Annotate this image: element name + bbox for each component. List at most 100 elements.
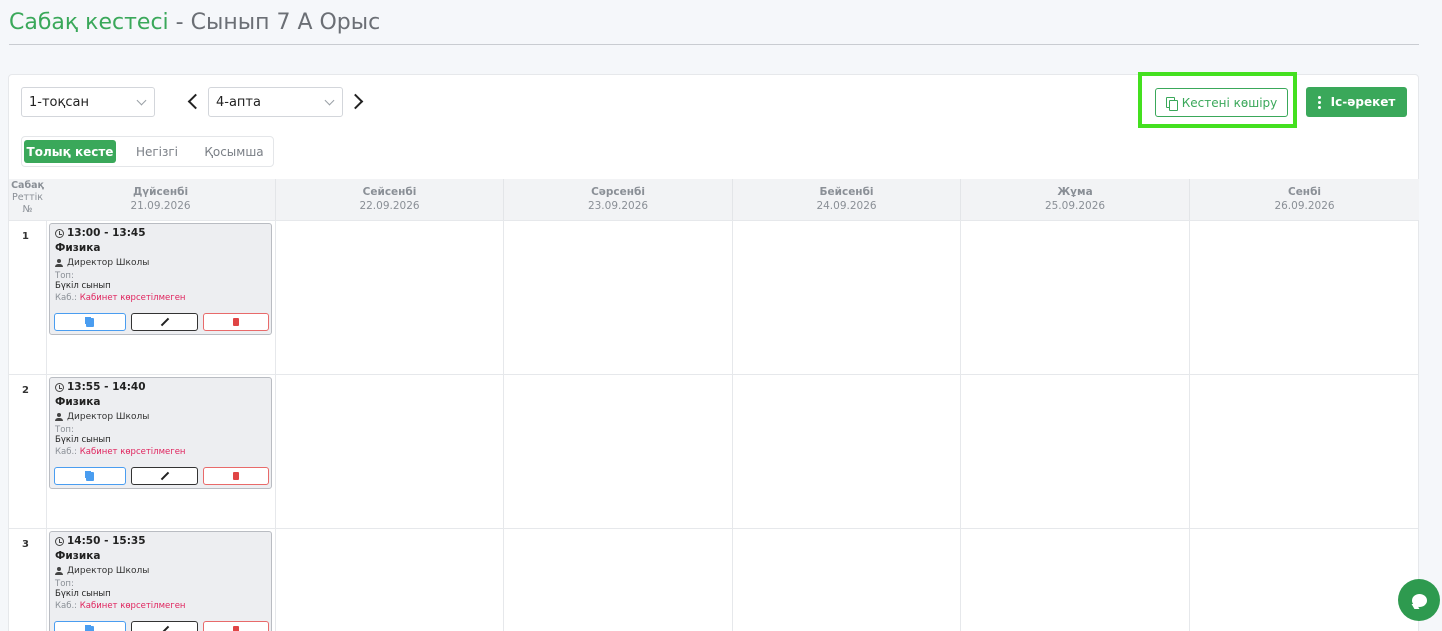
lesson-subject: Физика <box>55 242 101 254</box>
copy-lesson-button[interactable] <box>54 467 126 485</box>
tab-extra[interactable]: Қосымша <box>198 140 270 163</box>
clock-icon <box>55 536 64 546</box>
group-value: Бүкіл сынып <box>55 589 111 599</box>
day-name: Сәрсенбі <box>591 186 645 198</box>
delete-lesson-button[interactable] <box>203 467 269 485</box>
lesson-number: 2 <box>22 385 29 396</box>
copy-icon <box>86 471 94 481</box>
title-divider <box>9 44 1419 45</box>
row-header-line: № <box>22 204 33 215</box>
lesson-number: 1 <box>22 231 29 242</box>
person-icon <box>55 567 63 575</box>
grid-line <box>960 220 961 631</box>
copy-icon <box>86 317 94 327</box>
chat-button[interactable] <box>1398 579 1440 621</box>
row-header-line: Реттік <box>11 192 44 203</box>
trash-icon <box>233 626 239 631</box>
page-title-class: Сынып 7 А Орыс <box>190 10 381 35</box>
chevron-down-icon <box>136 95 147 106</box>
row-header-line: Сабақ <box>11 180 44 191</box>
cabinet-value: Кабинет көрсетілмеген <box>79 601 186 611</box>
schedule-tabs: Толық кесте Негізгі Қосымша <box>21 136 274 167</box>
grid-line <box>503 220 504 631</box>
quarter-select-value: 1-тоқсан <box>29 94 89 110</box>
grid-line <box>732 220 733 631</box>
lesson-number-header: Сабақ Реттік № <box>9 179 46 220</box>
quarter-select[interactable]: 1-тоқсан <box>21 87 155 117</box>
chevron-down-icon <box>324 95 335 106</box>
day-date: 24.09.2026 <box>816 200 877 212</box>
copy-schedule-button[interactable]: Кестені көшіру <box>1155 88 1288 117</box>
copy-icon <box>1165 96 1178 111</box>
action-button[interactable]: Іс-әрекет <box>1306 87 1407 117</box>
grid-line <box>46 220 47 631</box>
day-name: Бейсенбі <box>819 186 874 198</box>
group-label: Топ: <box>55 271 74 281</box>
lesson-card[interactable]: 14:50 - 15:35 Физика Директор Школы Топ:… <box>49 531 272 631</box>
person-icon <box>55 259 63 267</box>
grid-line <box>9 528 1419 529</box>
clock-icon <box>55 228 64 238</box>
group-value: Бүкіл сынып <box>55 435 111 445</box>
clock-icon <box>55 382 64 392</box>
edit-lesson-button[interactable] <box>131 621 198 631</box>
day-date: 22.09.2026 <box>359 200 420 212</box>
tab-full[interactable]: Толық кесте <box>24 140 116 163</box>
cabinet-label: Каб.: <box>55 293 78 303</box>
copy-schedule-label: Кестені көшіру <box>1181 95 1278 110</box>
more-vertical-icon <box>1317 95 1321 109</box>
day-header: Сәрсенбі 23.09.2026 <box>503 179 732 220</box>
group-label: Топ: <box>55 425 74 435</box>
action-label: Іс-әрекет <box>1330 95 1396 109</box>
chat-bubble-icon <box>1411 593 1427 607</box>
grid-line <box>9 220 1419 221</box>
copy-lesson-button[interactable] <box>54 313 126 331</box>
pencil-icon <box>160 471 169 481</box>
day-name: Жұма <box>1057 186 1093 198</box>
day-date: 26.09.2026 <box>1274 200 1335 212</box>
group-label: Топ: <box>55 579 74 589</box>
day-header: Дүйсенбі 21.09.2026 <box>46 179 275 220</box>
lesson-time: 13:00 - 13:45 <box>67 227 146 239</box>
grid-line <box>1418 220 1419 631</box>
lesson-time: 14:50 - 15:35 <box>67 535 146 547</box>
day-name: Дүйсенбі <box>132 186 189 198</box>
day-date: 23.09.2026 <box>587 200 649 212</box>
tab-main[interactable]: Негізгі <box>122 140 192 163</box>
delete-lesson-button[interactable] <box>203 621 269 631</box>
cabinet-label: Каб.: <box>55 601 78 611</box>
group-value: Бүкіл сынып <box>55 281 111 291</box>
grid-line <box>1189 220 1190 631</box>
edit-lesson-button[interactable] <box>131 467 198 485</box>
trash-icon <box>233 318 239 326</box>
cabinet-label: Каб.: <box>55 447 78 457</box>
day-header: Жұма 25.09.2026 <box>960 179 1189 220</box>
copy-icon <box>86 625 94 631</box>
day-header: Сенбі 26.09.2026 <box>1189 179 1419 220</box>
lesson-teacher: Директор Школы <box>67 566 150 576</box>
copy-lesson-button[interactable] <box>54 621 126 631</box>
grid-line <box>9 374 1419 375</box>
delete-lesson-button[interactable] <box>203 313 269 331</box>
lesson-card[interactable]: 13:00 - 13:45 Физика Директор Школы Топ:… <box>49 223 272 335</box>
lesson-teacher: Директор Школы <box>67 258 150 268</box>
day-header: Сейсенбі 22.09.2026 <box>275 179 503 220</box>
cabinet-value: Кабинет көрсетілмеген <box>79 447 186 457</box>
page-title-main: Сабақ кестесі <box>9 10 169 35</box>
day-name: Сенбі <box>1287 186 1321 198</box>
page-title-sep: - <box>168 10 191 35</box>
lesson-card[interactable]: 13:55 - 14:40 Физика Директор Школы Топ:… <box>49 377 272 489</box>
lesson-time: 13:55 - 14:40 <box>67 381 146 393</box>
day-date: 21.09.2026 <box>130 200 191 212</box>
schedule-header: Дүйсенбі 21.09.2026 Сейсенбі 22.09.2026 … <box>9 179 1419 220</box>
day-name: Сейсенбі <box>362 186 417 198</box>
cabinet-value: Кабинет көрсетілмеген <box>79 293 186 303</box>
lesson-subject: Физика <box>55 396 101 408</box>
edit-lesson-button[interactable] <box>131 313 198 331</box>
page-title: Сабақ кестесі - Сынып 7 А Орыс <box>9 10 380 35</box>
pencil-icon <box>160 317 169 327</box>
week-select[interactable]: 4-апта <box>208 87 343 117</box>
lesson-subject: Физика <box>55 550 101 562</box>
day-header: Бейсенбі 24.09.2026 <box>732 179 960 220</box>
pencil-icon <box>160 625 169 631</box>
